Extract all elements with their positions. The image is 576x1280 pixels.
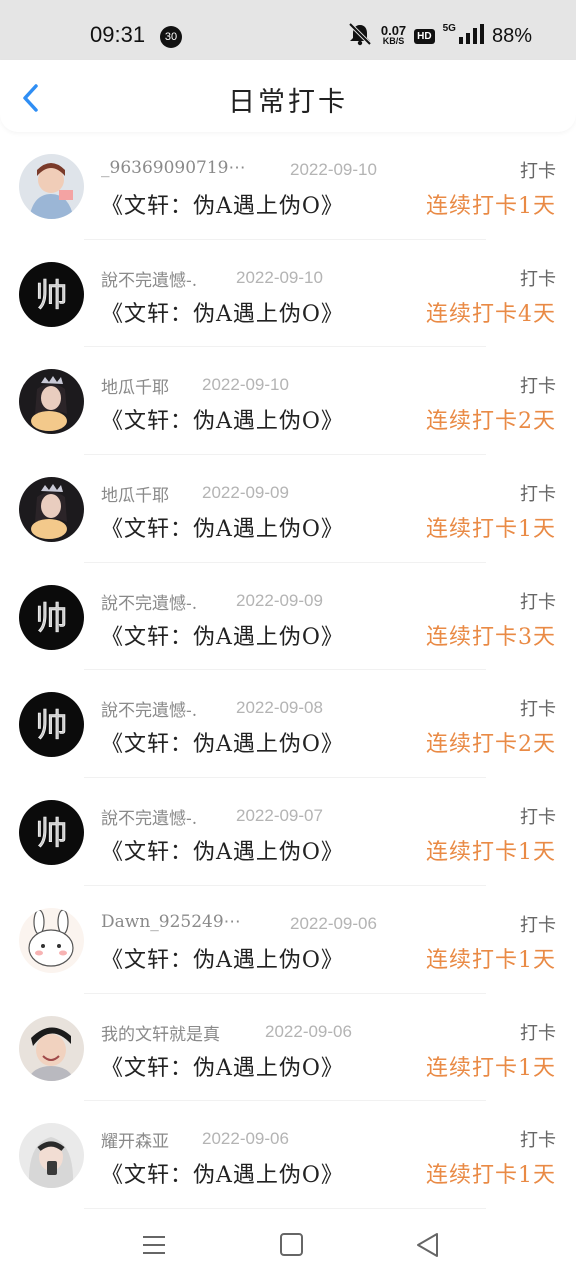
checkin-label: 打卡: [520, 1130, 556, 1152]
checkin-date: 2022-09-07: [236, 806, 323, 826]
streak-count: 连续打卡1天: [426, 947, 556, 973]
home-square-icon[interactable]: [277, 1230, 307, 1260]
checkin-label: 打卡: [520, 591, 556, 613]
network-speed: 0.07 KB/S: [380, 23, 407, 46]
username[interactable]: 說不完遺憾-.: [101, 589, 197, 614]
book-title: 《文轩：伪A遇上伪O》: [101, 624, 344, 650]
notification-count-badge: 30: [160, 26, 182, 48]
battery-percent: 88%: [491, 24, 532, 47]
system-nav-bar: [0, 1210, 576, 1280]
svg-text:帅: 帅: [35, 814, 67, 852]
book-title: 《文轩：伪A遇上伪O》: [101, 301, 344, 327]
checkin-label: 打卡: [520, 484, 556, 506]
checkin-label: 打卡: [520, 376, 556, 398]
checkin-row[interactable]: 帅 說不完遺憾-. 2022-09-08 打卡《文轩：伪A遇上伪O》 连续打卡2天: [0, 670, 576, 779]
username[interactable]: 說不完遺憾-.: [101, 696, 197, 721]
avatar[interactable]: [19, 477, 84, 543]
book-title: 《文轩：伪A遇上伪O》: [101, 840, 344, 866]
checkin-date: 2022-09-10: [236, 267, 323, 287]
username[interactable]: Dawn_925249⋯: [101, 912, 241, 932]
checkin-row[interactable]: Dawn_925249⋯ 2022-09-06 打卡《文轩：伪A遇上伪O》 连续打卡1…: [0, 886, 576, 994]
checkin-row[interactable]: _96369090719⋯ 2022-09-10 打卡《文轩：伪A遇上伪O》 连续打卡…: [0, 132, 576, 240]
mute-bell-icon: [347, 22, 373, 50]
checkin-row[interactable]: 地瓜千耶 2022-09-10 打卡《文轩：伪A遇上伪O》 连续打卡2天: [0, 347, 576, 456]
avatar[interactable]: [19, 154, 84, 219]
username[interactable]: 地瓜千耶: [101, 373, 169, 398]
checkin-label: 打卡: [520, 268, 556, 290]
signal-icon: [458, 23, 484, 49]
checkin-date: 2022-09-09: [202, 483, 289, 503]
hd-icon: HD: [414, 28, 435, 44]
checkin-date: 2022-09-06: [265, 1021, 352, 1041]
streak-count: 连续打卡4天: [426, 301, 556, 327]
book-title: 《文轩：伪A遇上伪O》: [101, 409, 344, 435]
avatar[interactable]: 帅: [19, 692, 84, 758]
checkin-date: 2022-09-06: [290, 913, 377, 933]
avatar[interactable]: [19, 369, 84, 435]
streak-count: 连续打卡1天: [426, 517, 556, 543]
checkin-row[interactable]: 帅 說不完遺憾-. 2022-09-07 打卡《文轩：伪A遇上伪O》 连续打卡1天: [0, 778, 576, 886]
streak-count: 连续打卡1天: [426, 840, 556, 866]
username[interactable]: _96369090719⋯: [101, 158, 245, 178]
svg-text:帅: 帅: [35, 706, 67, 744]
back-triangle-icon[interactable]: [413, 1230, 443, 1260]
avatar[interactable]: 帅: [19, 800, 84, 866]
header: 日常打卡: [0, 60, 576, 132]
menu-icon[interactable]: [140, 1230, 170, 1260]
book-title: 《文轩：伪A遇上伪O》: [101, 1055, 344, 1081]
checkin-date: 2022-09-06: [202, 1129, 289, 1149]
checkin-list: _96369090719⋯ 2022-09-10 打卡 《文轩：伪A遇上伪O》 连续打卡…: [0, 132, 576, 1209]
avatar[interactable]: [19, 1015, 84, 1081]
avatar[interactable]: [19, 907, 84, 973]
checkin-row[interactable]: 帅 說不完遺憾-. 2022-09-09 打卡《文轩：伪A遇上伪O》 连续打卡3天: [0, 563, 576, 671]
streak-count: 连续打卡3天: [426, 624, 556, 650]
book-title: 《文轩：伪A遇上伪O》: [101, 947, 344, 973]
username[interactable]: 說不完遺憾-.: [101, 804, 197, 829]
book-title: 《文轩：伪A遇上伪O》: [101, 1163, 344, 1189]
checkin-row[interactable]: 我的文轩就是真 2022-09-06 打卡《文轩：伪A遇上伪O》 连续打卡1天: [0, 994, 576, 1102]
checkin-date: 2022-09-10: [290, 160, 377, 179]
svg-text:帅: 帅: [35, 599, 67, 637]
status-indicators: 0.07 KB/S HD 5G 88%: [347, 22, 532, 50]
streak-count: 连续打卡2天: [426, 732, 556, 758]
username[interactable]: 說不完遺憾-.: [101, 266, 197, 291]
checkin-label: 打卡: [520, 699, 556, 721]
avatar[interactable]: 帅: [19, 261, 84, 327]
streak-count: 连续打卡1天: [426, 1055, 556, 1081]
avatar[interactable]: 帅: [19, 584, 84, 650]
streak-count: 连续打卡1天: [426, 1163, 556, 1189]
username[interactable]: 地瓜千耶: [101, 481, 169, 506]
checkin-label: 打卡: [520, 161, 556, 182]
username[interactable]: 我的文轩就是真: [101, 1020, 220, 1045]
streak-count: 连续打卡2天: [426, 409, 556, 435]
network-type: 5G: [442, 22, 456, 34]
checkin-label: 打卡: [520, 807, 556, 829]
book-title: 《文轩：伪A遇上伪O》: [101, 194, 344, 219]
avatar[interactable]: [19, 1123, 84, 1189]
page-title: 日常打卡: [228, 87, 348, 118]
svg-text:帅: 帅: [35, 276, 67, 314]
checkin-row[interactable]: 耀开森亚 2022-09-06 打卡《文轩：伪A遇上伪O》 连续打卡1天: [0, 1101, 576, 1209]
streak-count: 连续打卡1天: [426, 194, 556, 219]
checkin-date: 2022-09-10: [202, 375, 289, 395]
row-divider: [84, 1207, 486, 1209]
book-title: 《文轩：伪A遇上伪O》: [101, 517, 344, 543]
checkin-label: 打卡: [520, 1022, 556, 1044]
checkin-date: 2022-09-09: [236, 590, 323, 610]
checkin-row[interactable]: 地瓜千耶 2022-09-09 打卡《文轩：伪A遇上伪O》 连续打卡1天: [0, 455, 576, 563]
checkin-date: 2022-09-08: [236, 698, 323, 718]
book-title: 《文轩：伪A遇上伪O》: [101, 732, 344, 758]
checkin-row[interactable]: 帅 說不完遺憾-. 2022-09-10 打卡《文轩：伪A遇上伪O》 连续打卡4天: [0, 240, 576, 348]
checkin-label: 打卡: [520, 914, 556, 936]
status-bar: 09:31 30 0.07 KB/S HD 5G 88%: [0, 0, 576, 60]
status-time: 09:31: [90, 22, 146, 47]
username[interactable]: 耀开森亚: [101, 1127, 169, 1152]
